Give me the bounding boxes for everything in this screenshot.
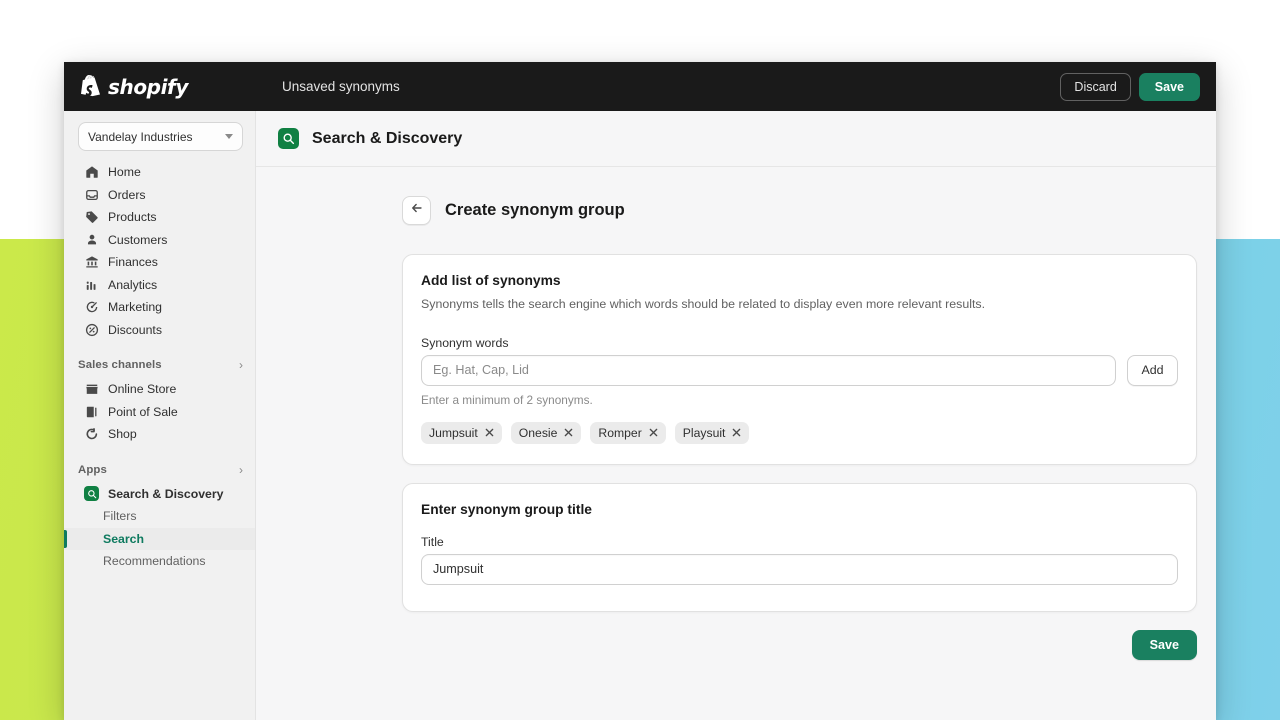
synonym-chip-list: Jumpsuit Onesie Romper Playsuit	[421, 421, 1178, 444]
sidebar-item-customers[interactable]: Customers	[70, 229, 249, 252]
synonym-chip-label: Onesie	[518, 425, 558, 440]
top-bar: shopify Unsaved synonyms Discard Save	[64, 62, 1216, 111]
sidebar-item-label: Finances	[108, 255, 158, 270]
title-field-wrap: Title	[421, 535, 1178, 585]
sales-channels-title: Sales channels	[78, 359, 162, 371]
sidebar-item-shop[interactable]: Shop	[70, 423, 249, 446]
sidebar-item-recommendations[interactable]: Recommendations	[64, 550, 255, 573]
synonym-input-row: Add	[421, 354, 1178, 386]
sidebar-item-label: Search & Discovery	[108, 486, 224, 501]
sales-channels-section-header[interactable]: Sales channels ›	[64, 354, 255, 376]
close-icon[interactable]	[732, 428, 741, 437]
save-button-topbar[interactable]: Save	[1138, 72, 1200, 101]
synonym-chip[interactable]: Romper	[590, 421, 666, 444]
synonym-words-input[interactable]	[421, 354, 1116, 386]
sidebar-item-label: Home	[108, 165, 141, 180]
sidebar-item-home[interactable]: Home	[70, 161, 249, 184]
orders-inbox-icon	[84, 187, 99, 202]
sidebar-item-finances[interactable]: Finances	[70, 251, 249, 274]
page-subtitle: Create synonym group	[445, 201, 625, 219]
sidebar-item-marketing[interactable]: Marketing	[70, 296, 249, 319]
sidebar-item-label: Customers	[108, 232, 168, 247]
sidebar-item-search-and-discovery[interactable]: Search & Discovery	[70, 483, 249, 506]
sidebar-item-search[interactable]: Search	[64, 527, 255, 550]
sidebar: Vandelay Industries Home Orders Products…	[64, 111, 256, 720]
sidebar-subitem-label: Filters	[103, 509, 137, 524]
sidebar-item-online-store[interactable]: Online Store	[70, 378, 249, 401]
analytics-bars-icon	[84, 277, 99, 292]
synonym-help-text: Enter a minimum of 2 synonyms.	[421, 392, 593, 407]
apps-title: Apps	[78, 463, 107, 476]
close-icon[interactable]	[564, 428, 573, 437]
sidebar-item-label: Shop	[108, 427, 137, 442]
sidebar-item-analytics[interactable]: Analytics	[70, 274, 249, 297]
screenshot-root: shopify Unsaved synonyms Discard Save Va…	[0, 0, 1280, 720]
synonym-title-card-title: Enter synonym group title	[421, 501, 592, 517]
product-tag-icon	[84, 210, 99, 225]
discount-icon	[84, 322, 99, 337]
footer-actions: Save	[402, 629, 1197, 660]
sidebar-item-label: Discounts	[108, 322, 162, 337]
shopify-wordmark: shopify	[108, 74, 188, 99]
shopify-logo[interactable]: shopify	[80, 75, 260, 99]
title-label: Title	[421, 534, 444, 549]
sidebar-item-label: Point of Sale	[108, 404, 178, 419]
synonym-title-card: Enter synonym group title Title	[402, 482, 1197, 612]
sidebar-item-label: Online Store	[108, 382, 177, 397]
search-discovery-app-icon	[278, 128, 299, 149]
close-icon[interactable]	[485, 428, 494, 437]
breadcrumb: Create synonym group	[402, 196, 1216, 225]
sidebar-item-filters[interactable]: Filters	[64, 505, 255, 528]
home-icon	[84, 165, 99, 180]
back-button[interactable]	[402, 196, 431, 225]
sidebar-item-products[interactable]: Products	[70, 206, 249, 229]
synonym-chip-label: Playsuit	[682, 425, 726, 440]
customer-person-icon	[84, 232, 99, 247]
point-of-sale-icon	[84, 404, 99, 419]
sidebar-item-discounts[interactable]: Discounts	[70, 319, 249, 342]
apps-section-header[interactable]: Apps ›	[64, 459, 255, 481]
chevron-right-icon[interactable]: ›	[239, 359, 243, 371]
discard-button[interactable]: Discard	[1060, 72, 1131, 101]
synonym-words-label: Synonym words	[421, 335, 509, 350]
finances-bank-icon	[84, 255, 99, 270]
synonym-chip-label: Romper	[598, 425, 642, 440]
sidebar-item-label: Products	[108, 210, 157, 225]
synonym-group-title-input[interactable]	[421, 553, 1178, 585]
page-header: Search & Discovery	[256, 111, 1216, 167]
shopify-bag-icon	[80, 75, 101, 98]
marketing-megaphone-icon	[84, 300, 99, 315]
store-selector[interactable]: Vandelay Industries	[78, 122, 243, 151]
content-scroll-area: Create synonym group Add list of synonym…	[256, 167, 1216, 660]
add-synonyms-card-description: Synonyms tells the search engine which w…	[421, 297, 986, 311]
sidebar-subitem-label: Search	[103, 531, 145, 546]
sidebar-item-orders[interactable]: Orders	[70, 184, 249, 207]
store-name-label: Vandelay Industries	[88, 129, 193, 144]
storefront-icon	[84, 382, 99, 397]
browser-window: shopify Unsaved synonyms Discard Save Va…	[64, 62, 1216, 720]
add-synonym-button[interactable]: Add	[1127, 354, 1178, 386]
sidebar-item-label: Orders	[108, 187, 146, 202]
synonym-chip[interactable]: Onesie	[510, 421, 582, 444]
top-bar-actions: Discard Save	[1060, 72, 1200, 101]
synonym-chip-label: Jumpsuit	[429, 425, 478, 440]
unsaved-changes-label: Unsaved synonyms	[282, 79, 400, 94]
add-synonyms-card: Add list of synonyms Synonyms tells the …	[402, 254, 1197, 465]
chevron-down-icon	[225, 134, 233, 139]
page-title: Search & Discovery	[312, 129, 463, 147]
close-icon[interactable]	[649, 428, 658, 437]
sidebar-item-point-of-sale[interactable]: Point of Sale	[70, 401, 249, 424]
sidebar-subitem-label: Recommendations	[103, 554, 206, 569]
synonym-chip[interactable]: Jumpsuit	[421, 421, 502, 444]
chevron-right-icon[interactable]: ›	[239, 464, 243, 476]
synonym-chip[interactable]: Playsuit	[674, 421, 750, 444]
add-synonyms-card-title: Add list of synonyms	[421, 273, 561, 288]
sidebar-item-label: Marketing	[108, 300, 162, 315]
arrow-left-icon	[410, 201, 424, 220]
main-content: Search & Discovery Create synonym group …	[256, 111, 1216, 720]
save-button-footer[interactable]: Save	[1131, 629, 1197, 660]
shop-icon	[84, 427, 99, 442]
sidebar-item-label: Analytics	[108, 277, 158, 292]
search-discovery-app-icon	[84, 486, 99, 502]
